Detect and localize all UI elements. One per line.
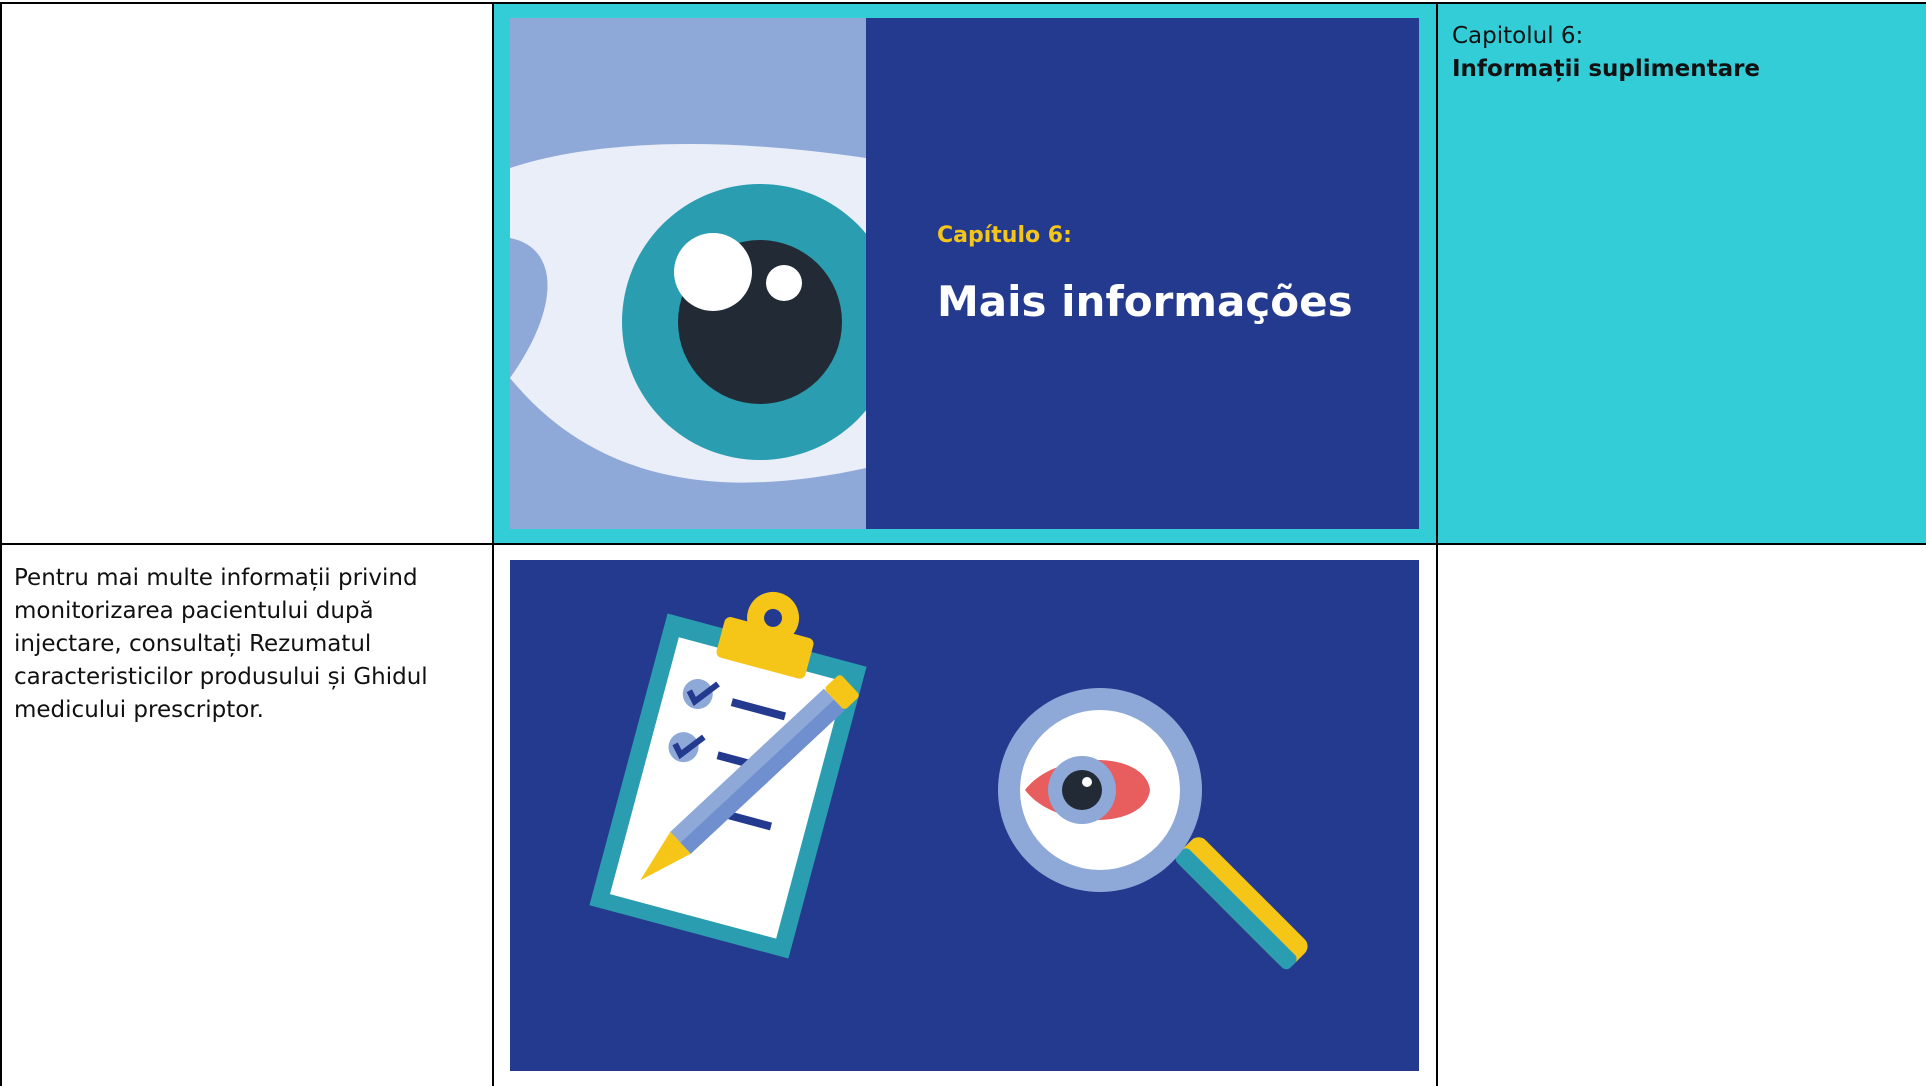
- chapter-title: Informații suplimentare: [1452, 56, 1761, 82]
- table-border-top: [0, 2, 1926, 4]
- table-border-left: [0, 2, 2, 1086]
- eye-icon: [510, 144, 898, 483]
- table-column-divider-2: [1436, 2, 1438, 1086]
- slide-chapter-label: Capítulo 6:: [937, 223, 1072, 248]
- monitoring-info-paragraph: Pentru mai multe informații privind moni…: [14, 565, 428, 723]
- slide-right-panel: [866, 18, 1419, 529]
- table-column-divider-1: [492, 2, 494, 1086]
- chapter-slide-image: Capítulo 6: Mais informações: [510, 18, 1419, 529]
- document-table: Capítulo 6: Mais informações Capitolul 6…: [0, 0, 1926, 1086]
- chapter-label: Capitolul 6:: [1452, 23, 1584, 49]
- monitoring-illustration: [510, 560, 1419, 1071]
- table-border-middle: [0, 543, 1926, 545]
- slide-chapter-title: Mais informações: [937, 277, 1353, 326]
